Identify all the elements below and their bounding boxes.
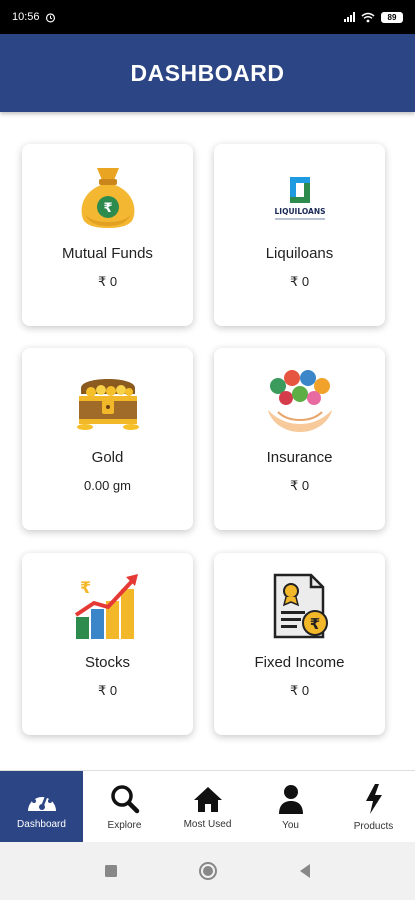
app-header: DASHBOARD: [0, 34, 415, 112]
card-liquiloans[interactable]: LIQUILOANS Liquiloans ₹ 0: [214, 144, 385, 326]
card-value: ₹ 0: [97, 274, 118, 289]
money-bag-icon: ₹: [81, 168, 134, 228]
nav-label: Dashboard: [17, 818, 66, 830]
fixed-income-document-icon: ₹: [273, 573, 328, 639]
search-icon: [110, 784, 139, 813]
svg-text:₹: ₹: [103, 201, 112, 216]
card-gold[interactable]: Gold 0.00 gm: [22, 348, 193, 530]
card-title: Gold: [91, 449, 124, 466]
recent-apps-icon[interactable]: [104, 864, 118, 878]
stocks-chart-icon: ₹: [74, 574, 138, 639]
card-title: Stocks: [84, 654, 130, 671]
liquiloans-logo-text: LIQUILOANS: [274, 207, 325, 216]
card-fixed-income[interactable]: ₹ Fixed Income ₹ 0: [214, 553, 385, 735]
back-icon[interactable]: [298, 863, 312, 879]
home-icon: [193, 786, 222, 812]
status-time: 10:56: [12, 11, 40, 23]
user-icon: [278, 784, 303, 814]
battery-icon: 89: [381, 11, 403, 23]
card-insurance[interactable]: Insurance ₹ 0: [214, 348, 385, 530]
nav-label: You: [282, 819, 299, 831]
home-button-icon[interactable]: [198, 861, 218, 881]
nav-label: Most Used: [183, 818, 232, 830]
alarm-icon: [45, 12, 55, 22]
card-value: ₹ 0: [289, 274, 310, 289]
card-title: Fixed Income: [254, 654, 345, 671]
nav-dashboard[interactable]: Dashboard: [0, 771, 83, 843]
system-nav-bar: [0, 842, 415, 900]
signal-icon: [344, 12, 355, 22]
liquiloans-logo: LIQUILOANS: [274, 177, 325, 220]
card-value: ₹ 0: [289, 683, 310, 698]
card-value: ₹ 0: [289, 478, 310, 493]
card-title: Mutual Funds: [62, 245, 153, 262]
card-title: Liquiloans: [265, 245, 334, 262]
page-title: DASHBOARD: [130, 59, 285, 86]
card-mutual-funds[interactable]: ₹ Mutual Funds ₹ 0: [22, 144, 193, 326]
nav-label: Products: [353, 820, 394, 832]
status-bar: 10:56 89: [0, 0, 415, 34]
card-value: ₹ 0: [97, 683, 118, 698]
card-title: Insurance: [266, 449, 333, 466]
bottom-nav: Dashboard Explore Most Used You Products: [0, 770, 415, 843]
nav-you[interactable]: You: [249, 771, 332, 843]
speedometer-icon: [27, 789, 56, 811]
nav-label: Explore: [107, 819, 142, 831]
nav-explore[interactable]: Explore: [83, 771, 166, 843]
svg-text:₹: ₹: [80, 578, 91, 597]
card-stocks[interactable]: ₹ Stocks ₹ 0: [22, 553, 193, 735]
card-value: 0.00 gm: [84, 478, 131, 493]
product-grid: ₹ Mutual Funds ₹ 0 LIQUILOANS Liquiloans…: [0, 112, 415, 770]
lightning-icon: [365, 783, 382, 814]
nav-products[interactable]: Products: [332, 771, 415, 843]
wifi-icon: [361, 12, 375, 22]
svg-text:₹: ₹: [309, 615, 319, 633]
nav-most-used[interactable]: Most Used: [166, 771, 249, 843]
insurance-hands-icon: [267, 370, 332, 432]
treasure-chest-icon: [76, 379, 139, 430]
